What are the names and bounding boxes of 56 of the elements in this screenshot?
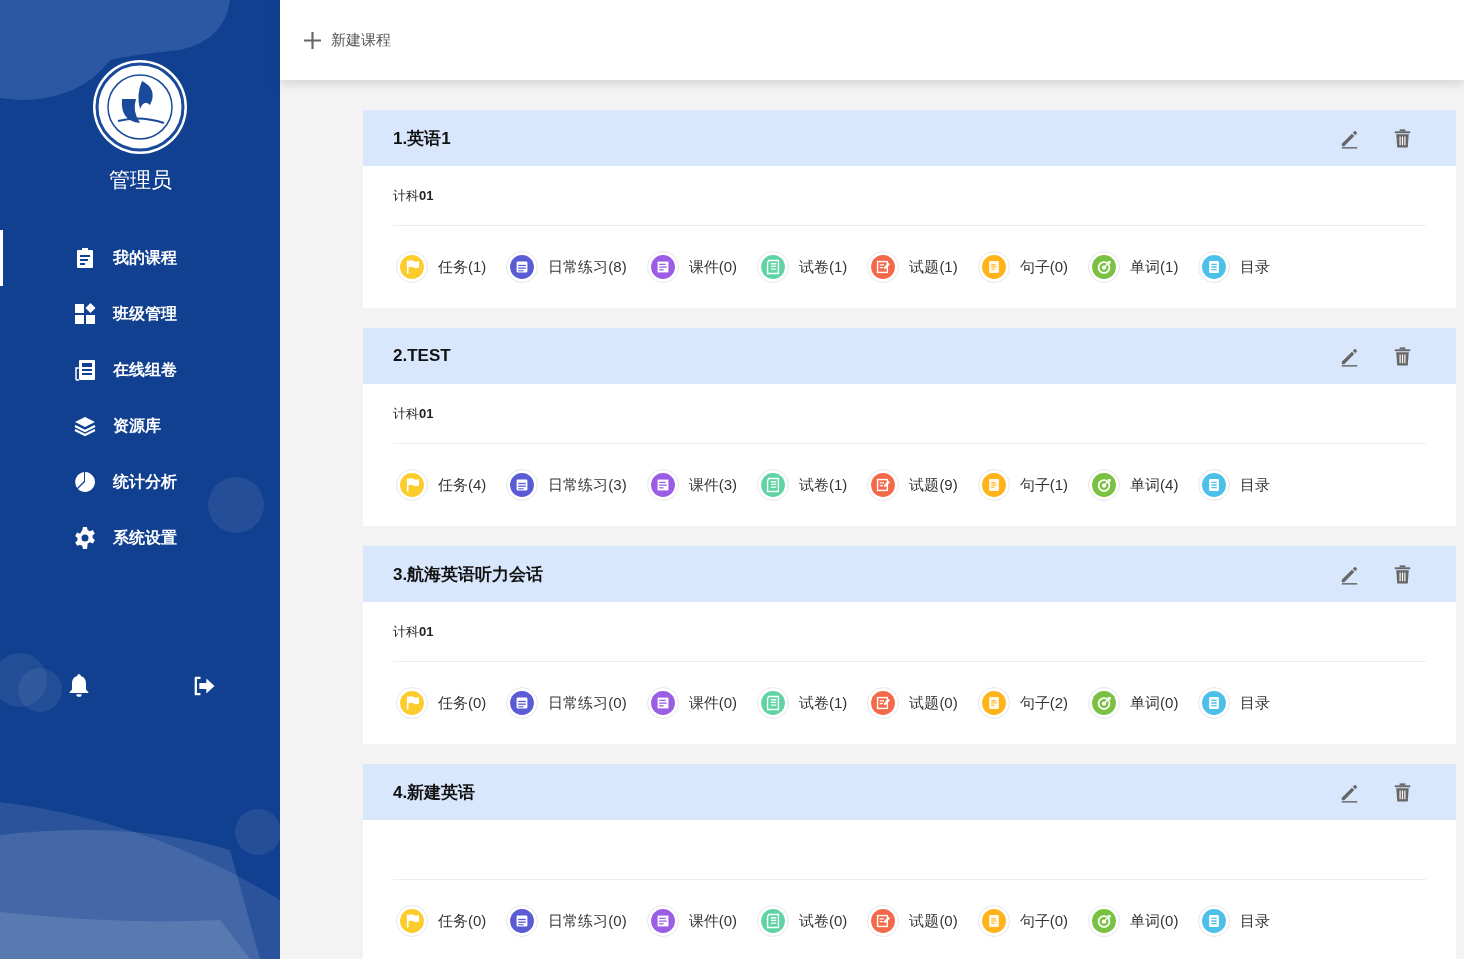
- newspaper-icon: [73, 358, 97, 382]
- logo-icon: [92, 59, 188, 155]
- course-title: 1.英语1: [393, 127, 451, 150]
- resource-link[interactable]: 课件(3): [643, 469, 738, 501]
- nav-item[interactable]: 统计分析: [0, 454, 280, 510]
- resource-link[interactable]: 句子(0): [974, 251, 1069, 283]
- resource-link[interactable]: 试卷(1): [754, 251, 848, 283]
- resource-link[interactable]: 试题(0): [864, 687, 958, 719]
- pie-chart-icon: [73, 470, 97, 494]
- resource-link[interactable]: 目录: [1195, 687, 1271, 719]
- resource-link[interactable]: 单词(1): [1085, 251, 1179, 283]
- nav-item[interactable]: 系统设置: [0, 510, 280, 566]
- course-title: 2.TEST: [393, 346, 451, 366]
- resource-link[interactable]: 试题(1): [864, 251, 958, 283]
- resource-link[interactable]: 课件(0): [643, 251, 738, 283]
- settings-icon: [73, 526, 97, 550]
- resource-link[interactable]: 句子(0): [974, 905, 1069, 937]
- resource-link[interactable]: 课件(0): [643, 687, 738, 719]
- resource-link[interactable]: 试卷(1): [754, 687, 848, 719]
- resource-link[interactable]: 单词(4): [1085, 469, 1179, 501]
- user-name: 管理员: [108, 167, 172, 193]
- resource-link[interactable]: 试卷(0): [754, 905, 848, 937]
- resource-link[interactable]: 目录: [1195, 251, 1271, 283]
- resource-link[interactable]: 目录: [1195, 469, 1271, 501]
- nav-item[interactable]: 在线组卷: [0, 342, 280, 398]
- resource-link[interactable]: 任务(1): [393, 251, 487, 283]
- nav-item[interactable]: 班级管理: [0, 286, 280, 342]
- resource-link[interactable]: 日常练习(0): [503, 905, 627, 937]
- resource-link[interactable]: 日常练习(0): [503, 687, 627, 719]
- resource-link[interactable]: 任务(4): [393, 469, 487, 501]
- course-title: 3.航海英语听力会话: [393, 563, 544, 586]
- resource-link[interactable]: 单词(0): [1085, 905, 1179, 937]
- resource-link[interactable]: 句子(2): [974, 687, 1069, 719]
- resource-link[interactable]: 单词(0): [1085, 687, 1179, 719]
- bubble-drawing: [235, 809, 280, 855]
- resource-link[interactable]: 试题(0): [864, 905, 958, 937]
- widgets-icon: [73, 302, 97, 326]
- class-name: 计科01: [393, 622, 434, 641]
- course-title: 4.新建英语: [393, 781, 476, 804]
- resource-link[interactable]: 目录: [1195, 905, 1271, 937]
- class-name: 计科01: [393, 404, 434, 423]
- resource-link[interactable]: 试题(9): [864, 469, 958, 501]
- bubble-drawing: [0, 653, 62, 712]
- nav-item[interactable]: 资源库: [0, 398, 280, 454]
- resource-link[interactable]: 任务(0): [393, 905, 487, 937]
- resource-link[interactable]: 课件(0): [643, 905, 738, 937]
- class-name: 计科01: [393, 186, 434, 205]
- plus-icon: [304, 31, 321, 49]
- resource-link[interactable]: 试卷(1): [754, 469, 848, 501]
- resource-link[interactable]: 日常练习(8): [503, 251, 627, 283]
- resource-link[interactable]: 日常练习(3): [503, 469, 627, 501]
- new-course-button[interactable]: 新建课程: [304, 30, 391, 50]
- resource-link[interactable]: 句子(1): [974, 469, 1069, 501]
- nav-item[interactable]: 我的课程: [0, 230, 280, 286]
- layers-icon: [73, 414, 97, 438]
- resource-link[interactable]: 任务(0): [393, 687, 487, 719]
